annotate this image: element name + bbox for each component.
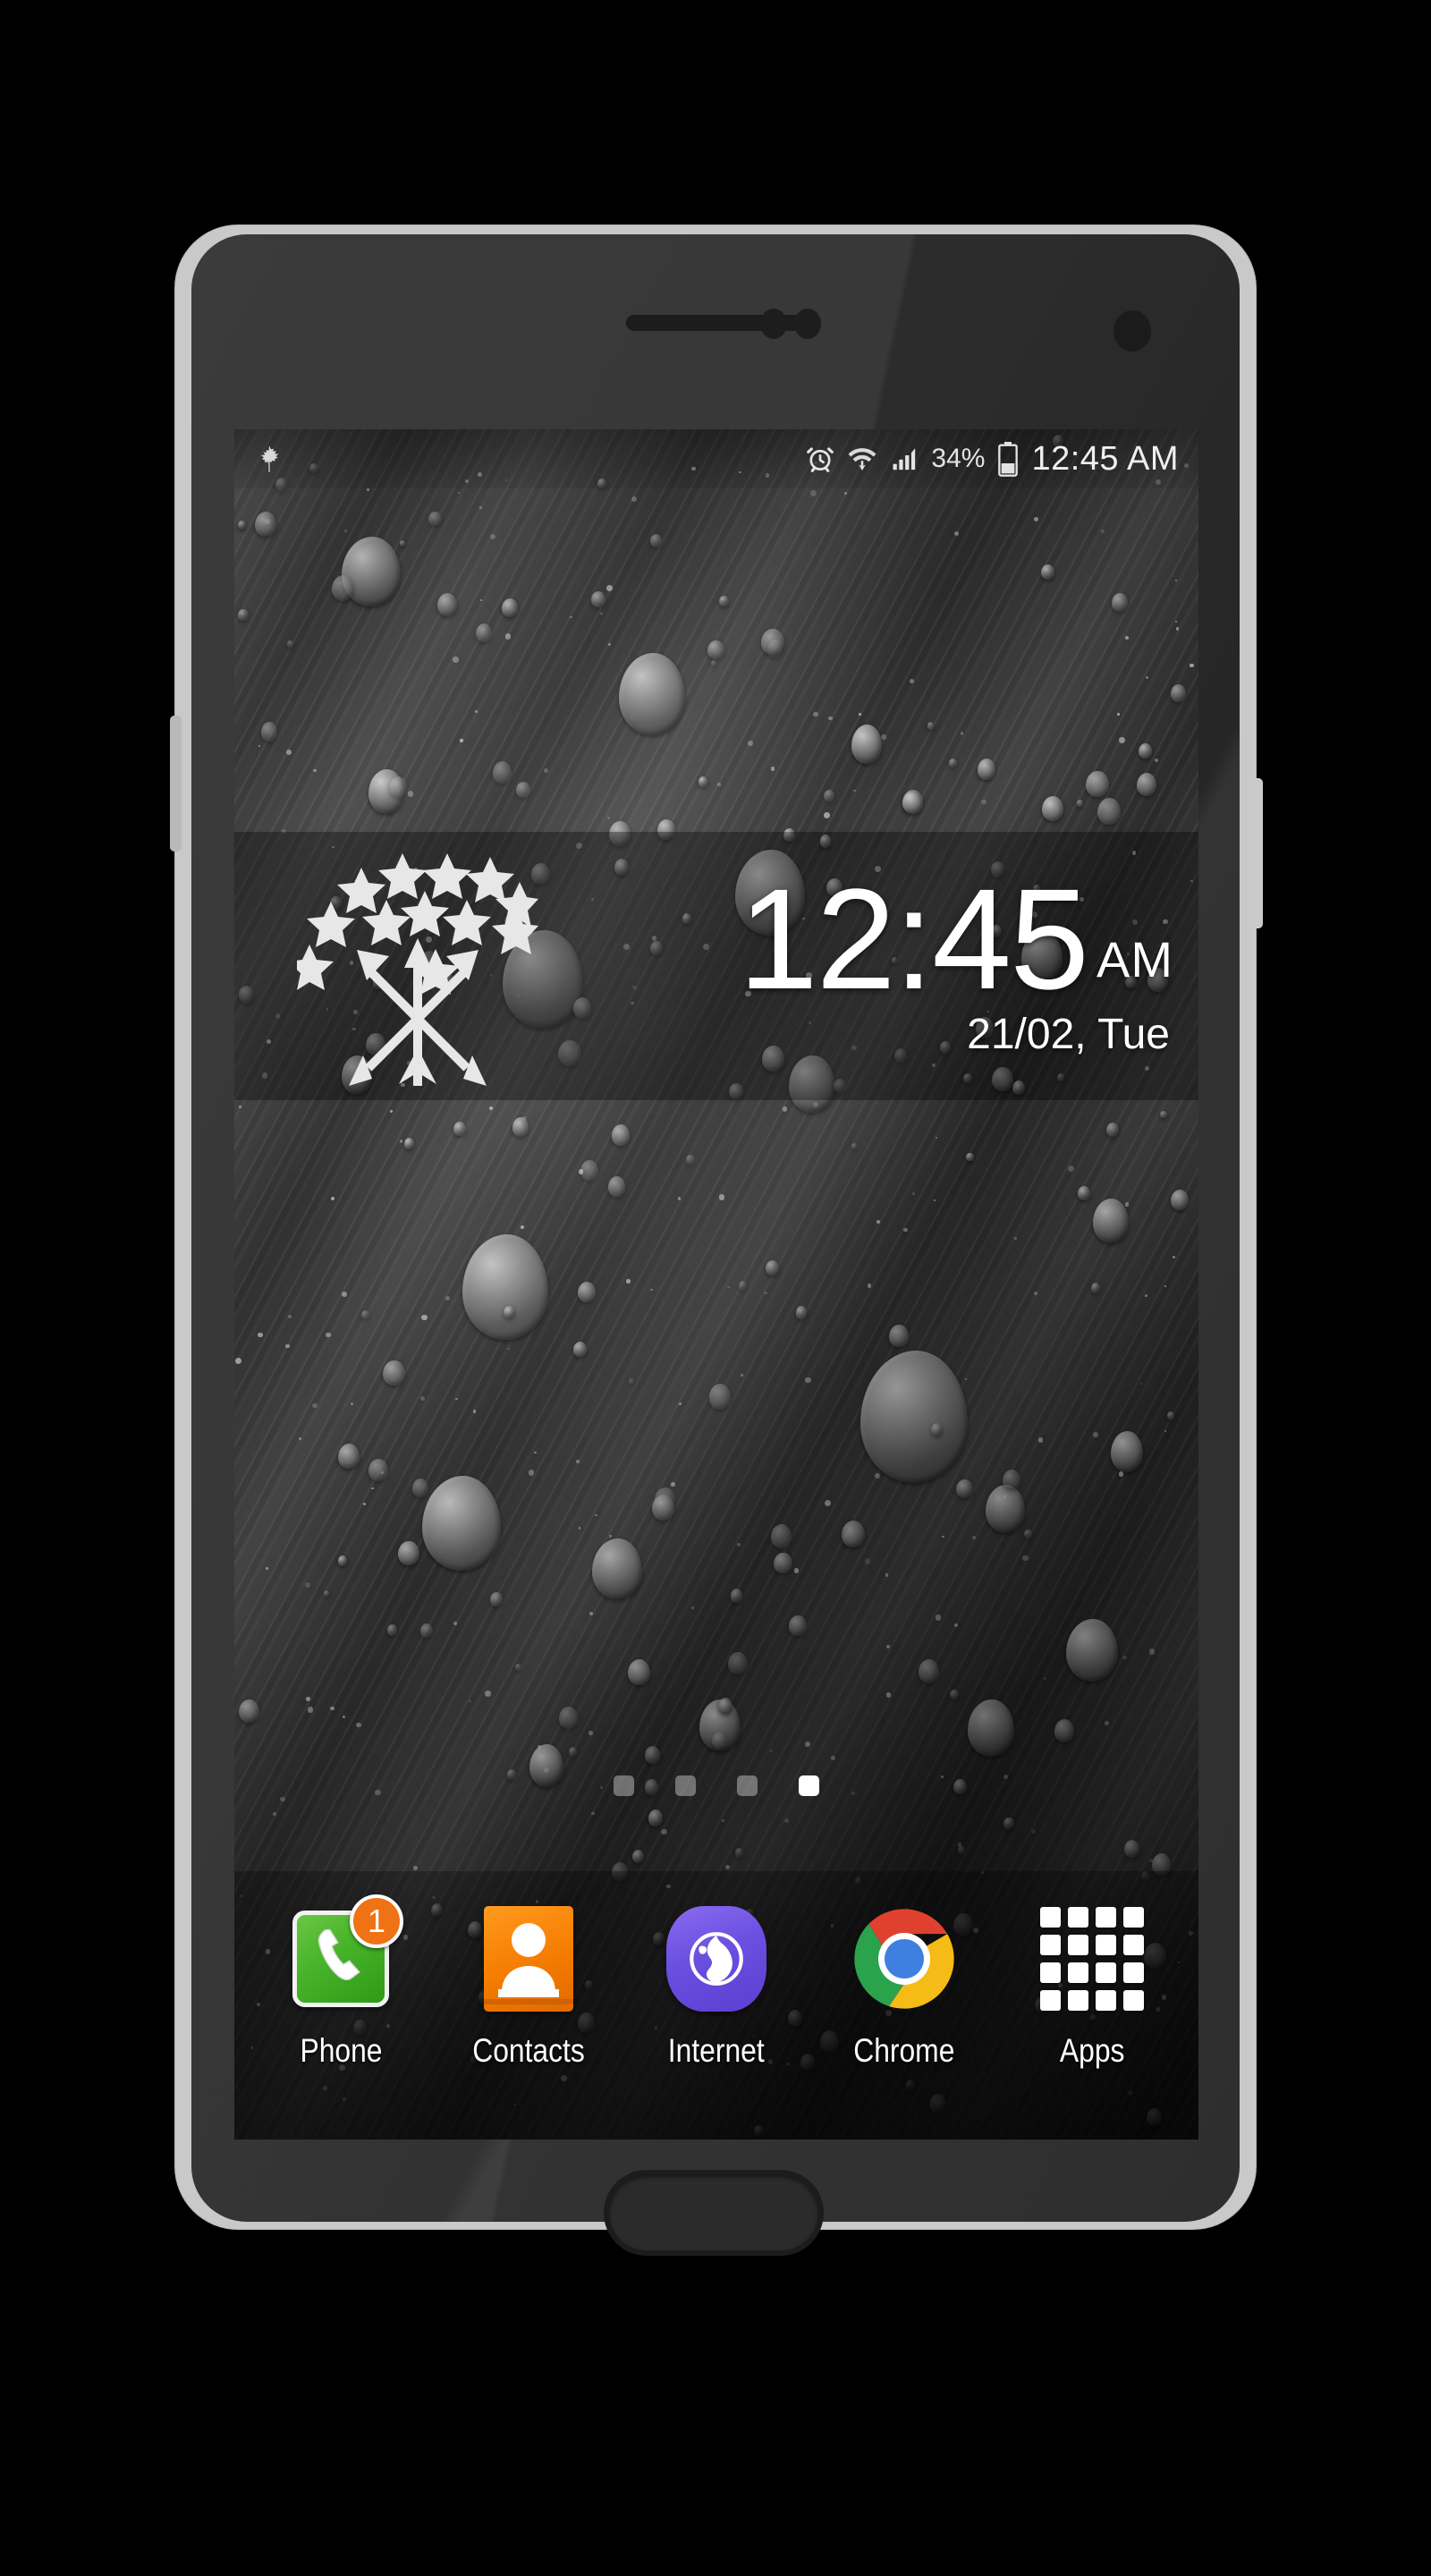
- contacts-icon: [484, 1906, 573, 2012]
- phone-badge: 1: [350, 1894, 403, 1948]
- page-dot-active[interactable]: [799, 1775, 819, 1796]
- proximity-sensor-icon: [760, 309, 787, 339]
- dock-item-internet[interactable]: Internet: [636, 1905, 797, 2070]
- dock-item-label: Phone: [299, 2032, 383, 2069]
- page-dot[interactable]: [675, 1775, 696, 1796]
- status-bar-clock: 12:45 AM: [1031, 439, 1179, 478]
- page-indicator[interactable]: [234, 1767, 1198, 1803]
- dock[interactable]: 1 Phone Contacts Internet Chrome Apps: [234, 1871, 1198, 2140]
- apps-grid-icon: [1040, 1907, 1144, 2011]
- screenshot-stage: 34% 12:45 AM 12:45 AM 21/02, Tue 1 Phone…: [0, 0, 1431, 2576]
- light-sensor-icon: [794, 309, 821, 339]
- volume-button[interactable]: [170, 716, 182, 852]
- wifi-icon: [847, 444, 877, 474]
- widget-ampm: AM: [1097, 931, 1173, 988]
- phone-screen[interactable]: 34% 12:45 AM 12:45 AM 21/02, Tue 1 Phone…: [234, 429, 1198, 2140]
- chrome-icon: [852, 1907, 956, 2011]
- dock-item-label: Apps: [1059, 2032, 1125, 2069]
- power-button[interactable]: [1250, 778, 1263, 928]
- signal-icon: [889, 444, 919, 474]
- front-camera: [1113, 310, 1151, 352]
- page-dot[interactable]: [737, 1775, 758, 1796]
- stars-and-arrows-emblem: [297, 844, 538, 1089]
- page-dot[interactable]: [614, 1775, 634, 1796]
- dock-item-label: Internet: [668, 2032, 765, 2069]
- globe-icon-wrap[interactable]: [663, 1905, 770, 2012]
- widget-time: 12:45: [738, 858, 1089, 1019]
- chrome-icon-wrap[interactable]: [851, 1905, 958, 2012]
- clock-widget-time-block: 12:45 AM 21/02, Tue: [739, 832, 1173, 1100]
- status-bar[interactable]: 34% 12:45 AM: [234, 429, 1198, 488]
- apps-grid-icon-wrap[interactable]: [1038, 1905, 1146, 2012]
- alarm-icon: [805, 444, 835, 474]
- clock-widget[interactable]: 12:45 AM 21/02, Tue: [234, 832, 1198, 1100]
- globe-icon: [666, 1906, 766, 2012]
- battery-percent-label: 34%: [931, 444, 986, 473]
- dock-item-contacts[interactable]: Contacts: [448, 1905, 609, 2070]
- contacts-icon-wrap[interactable]: [475, 1905, 582, 2012]
- dock-item-chrome[interactable]: Chrome: [824, 1905, 985, 2070]
- dock-item-phone[interactable]: 1 Phone: [260, 1894, 421, 2070]
- home-button[interactable]: [604, 2170, 824, 2256]
- phone-icon-wrap[interactable]: 1: [287, 1894, 403, 2012]
- widget-date: 21/02, Tue: [967, 1011, 1170, 1059]
- dock-item-apps[interactable]: Apps: [1012, 1905, 1173, 2070]
- battery-icon: [996, 441, 1020, 477]
- maple-leaf-icon: [254, 444, 284, 474]
- dock-item-label: Contacts: [472, 2032, 585, 2069]
- dock-item-label: Chrome: [853, 2032, 955, 2069]
